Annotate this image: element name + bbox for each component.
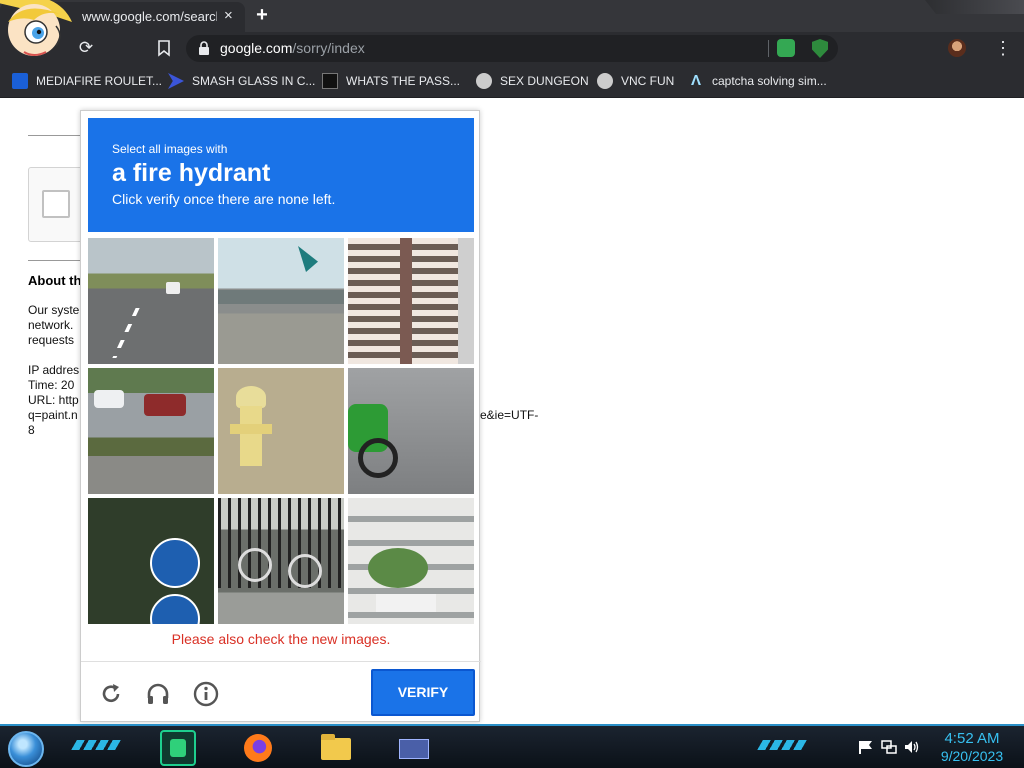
mediafire-icon [12,73,28,89]
bookmark-item[interactable]: SEX DUNGEON [476,72,589,90]
file-explorer-icon[interactable] [318,730,354,766]
new-tab-button[interactable]: + [252,4,272,26]
captcha-tile-parked-cars-street[interactable] [88,368,214,494]
bookmarks-bar: MEDIAFIRE ROULET... SMASH GLASS IN C... … [0,64,1024,98]
page-divider [28,260,88,261]
explanation-text: Our syste network. requests [28,303,79,348]
clock-date: 9/20/2023 [940,748,1004,764]
bookmark-item[interactable]: SMASH GLASS IN C... [168,72,315,90]
vnc-icon [597,73,613,89]
address-bar[interactable]: google.com/sorry/index [186,35,838,62]
text-line: 8 [28,423,35,437]
taskbar-decoration [71,740,121,750]
bookmark-site-icon [476,73,492,89]
verify-button[interactable]: VERIFY [371,669,475,716]
taskbar: 4:52 AM 9/20/2023 [0,724,1024,768]
notes-extension-icon[interactable] [777,39,795,57]
tab-strip: www.google.com/search?q × + [0,0,1024,32]
url-text: google.com/sorry/index [220,40,365,56]
text-line: requests [28,333,75,347]
tab-close-icon[interactable]: × [224,7,233,24]
captcha-tile-building-facade[interactable] [348,498,474,624]
error-message: Please also check the new images. [171,631,391,647]
bookmark-item[interactable]: VNC FUN [597,72,674,90]
bookmark-item[interactable]: Λ captcha solving sim... [688,72,827,90]
captcha-tile-highway-road[interactable] [88,238,214,364]
tab-title: www.google.com/search?q [82,9,217,24]
browser-toolbar: ⟳ google.com/sorry/index ⋮ [0,32,1024,64]
captcha-tile-motorcycle[interactable] [348,368,474,494]
bookmark-label: WHATS THE PASS... [346,74,461,88]
password-icon [322,73,338,89]
footer-divider [81,661,481,662]
info-icon[interactable] [193,681,219,707]
omnibox-divider [768,40,769,57]
request-details: IP addres Time: 20 URL: http q=paint.n 8 [28,363,79,438]
text-line: Time: 20 [28,378,75,392]
captcha-site-icon: Λ [690,72,701,89]
smash-glass-icon [168,73,184,89]
captcha-tile-fire-hydrant[interactable] [218,368,344,494]
captcha-tile-bicycle-fence[interactable] [218,498,344,624]
taskbar-decoration [757,740,807,750]
instruction-text: Select all images with [112,142,228,156]
challenge-header: Select all images with a fire hydrant Cl… [88,118,474,232]
volume-icon[interactable] [904,740,920,754]
bookmark-label: SMASH GLASS IN C... [192,74,316,88]
bookmark-label: SEX DUNGEON [500,74,589,88]
start-button[interactable] [8,731,44,767]
reload-challenge-icon[interactable] [98,681,124,707]
audio-challenge-icon[interactable] [145,681,171,707]
text-line: IP addres [28,363,80,377]
bookmark-item[interactable]: WHATS THE PASS... [322,72,460,90]
bookmark-label: MEDIAFIRE ROULET... [36,74,163,88]
captcha-tile-building-vent[interactable] [348,238,474,364]
bookmark-icon[interactable] [156,39,172,57]
profile-avatar[interactable] [948,39,966,57]
text-line: Our syste [28,303,80,317]
image-grid [88,238,474,624]
instruction-subtext: Click verify once there are none left. [112,191,336,207]
target-object: a fire hydrant [112,159,271,187]
recaptcha-checkbox[interactable] [42,190,70,218]
bookmark-label: captcha solving sim... [712,74,827,88]
text-line: q=paint.n [28,408,78,422]
menu-icon[interactable]: ⋮ [994,37,1012,59]
firefox-icon[interactable] [240,730,276,766]
captcha-tile-bridge-overpass[interactable] [218,238,344,364]
network-icon[interactable] [881,740,897,754]
lock-icon [199,41,209,55]
clock-time: 4:52 AM [944,730,1000,747]
shield-extension-icon[interactable] [812,39,828,58]
url-tail-text: e&ie=UTF- [480,408,539,422]
url-path: /sorry/index [292,40,365,56]
text-line: URL: http [28,393,79,407]
url-host: google.com [220,40,293,56]
captcha-challenge: Select all images with a fire hydrant Cl… [80,110,481,722]
control-panel-icon[interactable] [396,730,432,766]
bookmark-label: VNC FUN [621,74,675,88]
captcha-tile-bike-path-sign[interactable] [88,498,214,624]
bookmark-item[interactable]: MEDIAFIRE ROULET... [12,72,162,90]
notes-app-icon[interactable] [160,730,196,766]
text-line: network. [28,318,74,332]
mascot-avatar-icon [0,0,72,56]
window-decoration [925,0,1024,14]
system-clock[interactable]: 4:52 AM 9/20/2023 [930,730,1014,764]
about-heading: About th [28,273,82,288]
page-divider [28,135,88,136]
flag-icon[interactable] [858,740,874,754]
